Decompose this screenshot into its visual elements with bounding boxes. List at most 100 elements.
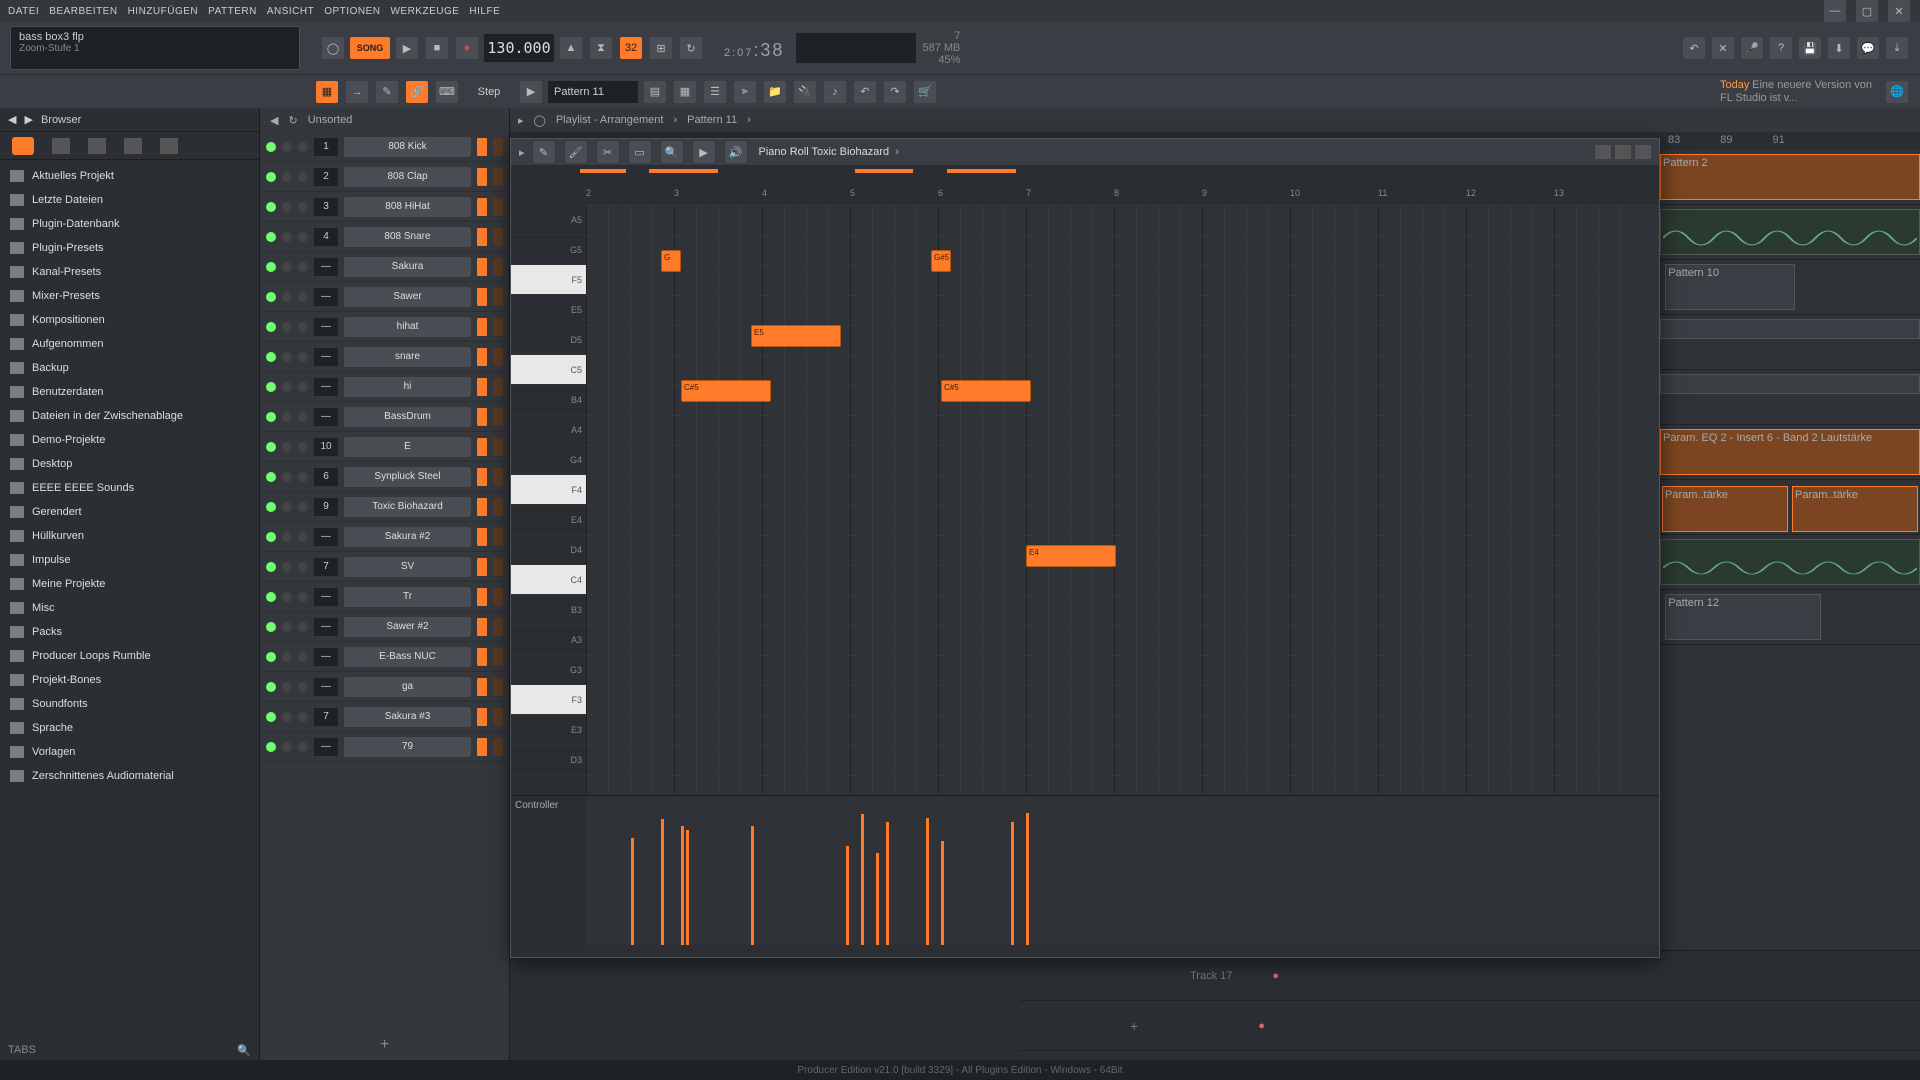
playlist-loop-icon[interactable]: ◯ — [534, 114, 546, 127]
playlist-menu-icon[interactable]: ▸ — [518, 114, 524, 127]
step-on-icon[interactable] — [477, 318, 487, 336]
channel-mute-icon[interactable] — [282, 352, 292, 362]
browser-icon[interactable]: 📁 — [764, 81, 786, 103]
channel-solo-icon[interactable] — [298, 442, 308, 452]
loop-rec-icon[interactable]: ↻ — [680, 37, 702, 59]
browser-item[interactable]: Gerendert — [0, 500, 259, 524]
channel-number[interactable]: 1 — [314, 138, 338, 156]
piano-tool-select-icon[interactable]: ▭ — [629, 141, 651, 163]
playlist-icon[interactable]: ▤ — [644, 81, 666, 103]
channel-number[interactable]: — — [314, 348, 338, 366]
search-icon[interactable]: 🔍 — [237, 1044, 251, 1057]
mixer-icon[interactable]: ⫸ — [734, 81, 756, 103]
piano-key[interactable]: C5 — [511, 355, 586, 385]
channel-solo-icon[interactable] — [298, 472, 308, 482]
clip-small[interactable] — [1660, 319, 1920, 339]
channel-solo-icon[interactable] — [298, 142, 308, 152]
channel-solo-icon[interactable] — [298, 592, 308, 602]
browser-item[interactable]: Sprache — [0, 716, 259, 740]
step-off-icon[interactable] — [493, 498, 503, 516]
piano-ruler[interactable]: 2345678910111213 — [586, 185, 1659, 205]
news-panel[interactable]: Today Eine neuere Version von FL Studio … — [1720, 79, 1880, 103]
step-on-icon[interactable] — [477, 168, 487, 186]
channel-solo-icon[interactable] — [298, 652, 308, 662]
piano-key[interactable]: G4 — [511, 445, 586, 475]
channel-solo-icon[interactable] — [298, 352, 308, 362]
velocity-bar[interactable] — [631, 838, 634, 945]
clip-small2[interactable] — [1660, 374, 1920, 394]
channel-mute-icon[interactable] — [282, 712, 292, 722]
channel-mute-icon[interactable] — [282, 262, 292, 272]
menu-hinzufuegen[interactable]: HINZUFÜGEN — [128, 6, 199, 17]
piano-key[interactable]: A4 — [511, 415, 586, 445]
rack-row[interactable]: —Sakura #2 — [260, 522, 509, 552]
menu-optionen[interactable]: OPTIONEN — [324, 6, 380, 17]
rack-row[interactable]: —snare — [260, 342, 509, 372]
piano-key[interactable]: G5 — [511, 235, 586, 265]
velocity-bar[interactable] — [941, 841, 944, 945]
channel-solo-icon[interactable] — [298, 562, 308, 572]
rack-row[interactable]: 10E — [260, 432, 509, 462]
channel-number[interactable]: — — [314, 258, 338, 276]
channel-name[interactable]: hi — [344, 377, 471, 397]
channel-number[interactable]: — — [314, 618, 338, 636]
channel-mute-icon[interactable] — [282, 502, 292, 512]
piano-tool-play-icon[interactable]: ▶ — [693, 141, 715, 163]
channel-led-icon[interactable] — [266, 232, 276, 242]
metronome-icon[interactable]: ▲ — [560, 37, 582, 59]
step-off-icon[interactable] — [493, 288, 503, 306]
help-icon[interactable]: ? — [1770, 37, 1792, 59]
channel-name[interactable]: Sawer #2 — [344, 617, 471, 637]
channel-name[interactable]: E — [344, 437, 471, 457]
channel-mute-icon[interactable] — [282, 382, 292, 392]
paint-icon[interactable]: ✎ — [376, 81, 398, 103]
channel-led-icon[interactable] — [266, 682, 276, 692]
render-icon[interactable]: ⬇ — [1828, 37, 1850, 59]
velocity-bar[interactable] — [661, 819, 664, 945]
channel-mute-icon[interactable] — [282, 742, 292, 752]
channel-number[interactable]: 6 — [314, 468, 338, 486]
channel-number[interactable]: — — [314, 318, 338, 336]
browser-item[interactable]: Aufgenommen — [0, 332, 259, 356]
loop-icon[interactable]: ◯ — [322, 37, 344, 59]
redo-icon[interactable]: ↷ — [884, 81, 906, 103]
channel-number[interactable]: 4 — [314, 228, 338, 246]
channel-solo-icon[interactable] — [298, 532, 308, 542]
tempo-display[interactable]: 130.000 — [484, 34, 554, 62]
clip-audio2[interactable] — [1660, 539, 1920, 585]
menu-hilfe[interactable]: HILFE — [469, 6, 500, 17]
menu-ansicht[interactable]: ANSICHT — [267, 6, 314, 17]
play-small-icon[interactable]: ▶ — [520, 81, 542, 103]
rack-add-button[interactable]: + — [260, 1030, 509, 1060]
velocity-lane[interactable] — [586, 796, 1659, 945]
channel-number[interactable]: — — [314, 678, 338, 696]
rack-row[interactable]: 2808 Clap — [260, 162, 509, 192]
undo2-icon[interactable]: ↶ — [854, 81, 876, 103]
step-on-icon[interactable] — [477, 378, 487, 396]
step-on-icon[interactable] — [477, 528, 487, 546]
breadcrumb-1[interactable]: Playlist - Arrangement — [556, 114, 664, 126]
channel-led-icon[interactable] — [266, 742, 276, 752]
midi-note[interactable]: E4 — [1026, 545, 1116, 567]
channel-name[interactable]: Sakura #3 — [344, 707, 471, 727]
step-on-icon[interactable] — [477, 228, 487, 246]
channel-led-icon[interactable] — [266, 622, 276, 632]
velocity-bar[interactable] — [686, 830, 689, 945]
clip-pattern[interactable]: Pattern 2 — [1660, 154, 1920, 200]
step-off-icon[interactable] — [493, 468, 503, 486]
piano-tool-draw-icon[interactable]: ✎ — [533, 141, 555, 163]
menu-bearbeiten[interactable]: BEARBEITEN — [49, 6, 117, 17]
stop-button[interactable]: ■ — [426, 37, 448, 59]
channel-led-icon[interactable] — [266, 292, 276, 302]
save-icon[interactable]: 💾 — [1799, 37, 1821, 59]
velocity-bar[interactable] — [846, 846, 849, 945]
rack-row[interactable]: —Sawer — [260, 282, 509, 312]
channel-number[interactable]: — — [314, 738, 338, 756]
channel-led-icon[interactable] — [266, 532, 276, 542]
channel-solo-icon[interactable] — [298, 262, 308, 272]
channel-led-icon[interactable] — [266, 412, 276, 422]
browser-list[interactable]: Aktuelles ProjektLetzte DateienPlugin-Da… — [0, 160, 259, 1040]
step-off-icon[interactable] — [493, 258, 503, 276]
browser-item[interactable]: Dateien in der Zwischenablage — [0, 404, 259, 428]
clip-pattern10[interactable]: Pattern 10 — [1665, 264, 1795, 310]
